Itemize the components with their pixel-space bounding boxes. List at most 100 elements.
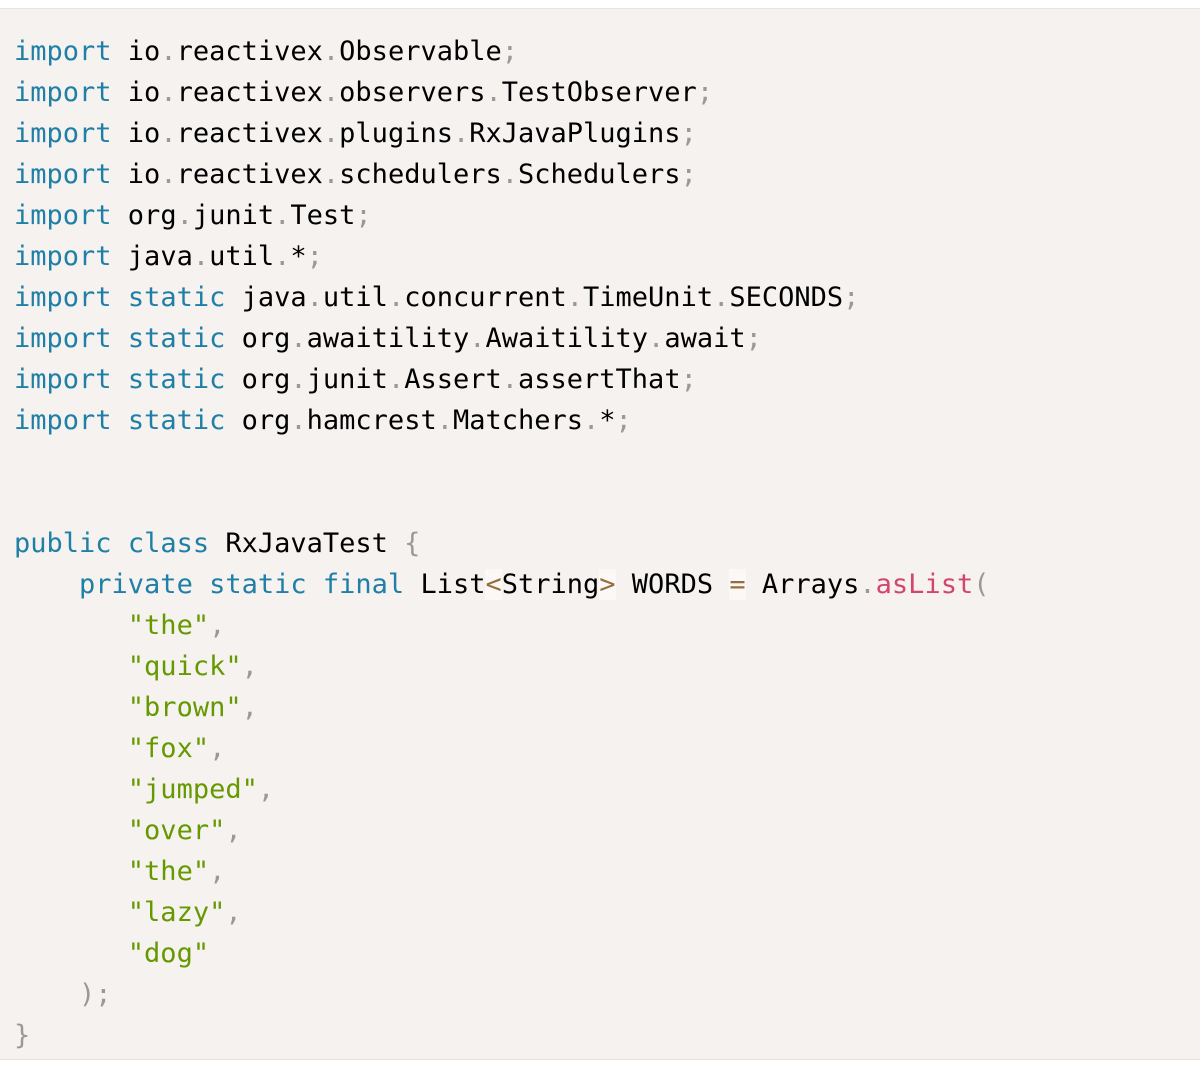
punctuation-token: ; (696, 77, 714, 108)
code-line: "the", (14, 605, 989, 646)
keyword-token: static (127, 282, 226, 313)
string-token: "jumped" (127, 774, 258, 805)
text-token: reactivex (176, 77, 323, 108)
text-token: TestObserver (501, 77, 697, 108)
punctuation-token: . (485, 77, 502, 108)
punctuation-token: . (322, 118, 340, 149)
punctuation-token: ; (680, 118, 697, 149)
code-line: "over", (14, 810, 989, 851)
punctuation-token: ); (79, 979, 112, 1010)
text-token: junit (192, 200, 275, 231)
code-line: "lazy", (14, 892, 989, 933)
text-token: org (225, 364, 291, 395)
punctuation-token: ; (615, 405, 632, 436)
text-token: org (225, 323, 291, 354)
punctuation-token: ; (745, 323, 762, 354)
string-token: "fox" (127, 733, 210, 764)
punctuation-token: . (160, 36, 177, 67)
keyword-token: import (14, 77, 112, 108)
code-line: "dog" (14, 933, 989, 974)
punctuation-token: . (436, 405, 453, 436)
code-line: ); (14, 974, 989, 1015)
text-token: util (322, 282, 388, 313)
keyword-token: static (127, 364, 226, 395)
text-token: reactivex (176, 36, 323, 67)
code-line: "jumped", (14, 769, 989, 810)
keyword-token: static (127, 405, 226, 436)
text-token: assertThat (518, 364, 681, 395)
string-token: "quick" (127, 651, 242, 682)
punctuation-token: . (322, 36, 340, 67)
punctuation-token: . (859, 569, 876, 600)
punctuation-token: , (241, 692, 258, 723)
punctuation-token: . (501, 159, 518, 190)
punctuation-token: . (501, 364, 519, 395)
punctuation-token: . (176, 200, 193, 231)
text-token: org (225, 405, 291, 436)
punctuation-token: . (160, 118, 177, 149)
code-line: "the", (14, 851, 989, 892)
punctuation-token: } (14, 1020, 31, 1051)
code-line: import static org.hamcrest.Matchers.*; (14, 400, 989, 441)
text-token: reactivex (176, 159, 323, 190)
keyword-token: import (14, 200, 112, 231)
text-token: Observable (339, 36, 502, 67)
punctuation-token: . (274, 200, 291, 231)
keyword-token: import (14, 364, 112, 395)
punctuation-token: . (469, 323, 486, 354)
keyword-token: import (14, 118, 112, 149)
code-content[interactable]: import io.reactivex.Observable; import io… (14, 31, 989, 1056)
text-token: java (111, 241, 193, 272)
punctuation-token: . (290, 405, 307, 436)
text-token: Awaitility (485, 323, 649, 354)
keyword-token: final (322, 569, 405, 600)
text-token: awaitility (306, 323, 470, 354)
keyword-token: import (14, 159, 112, 190)
text-token: reactivex (176, 118, 323, 149)
text-token: RxJavaPlugins (469, 118, 681, 149)
punctuation-token: . (452, 118, 470, 149)
text-token: TimeUnit (583, 282, 714, 313)
punctuation-token: ; (843, 282, 860, 313)
code-line: import static org.junit.Assert.assertTha… (14, 359, 989, 400)
text-token: Matchers (452, 405, 584, 436)
text-token: java (225, 282, 307, 313)
text-token: * (599, 405, 616, 436)
text-token: io (111, 36, 161, 67)
code-line: "quick", (14, 646, 989, 687)
punctuation-token: . (648, 323, 665, 354)
punctuation-token: . (290, 323, 307, 354)
punctuation-token: , (209, 733, 226, 764)
keyword-token: class (127, 528, 210, 559)
punctuation-token: ; (680, 159, 697, 190)
string-token: "over" (127, 815, 226, 846)
code-line: import static org.awaitility.Awaitility.… (14, 318, 989, 359)
text-token: WORDS (615, 569, 730, 600)
string-token: "the" (127, 610, 210, 641)
punctuation-token: , (225, 897, 242, 928)
punctuation-token: . (290, 364, 307, 395)
text-token: SECONDS (729, 282, 844, 313)
keyword-token: import (14, 241, 112, 272)
text-token: observers (339, 77, 486, 108)
code-line: "fox", (14, 728, 989, 769)
operator-token: = (729, 569, 746, 600)
punctuation-token: ; (306, 241, 323, 272)
string-token: "dog" (127, 938, 210, 969)
keyword-token: import (14, 282, 112, 313)
punctuation-token: ( (973, 569, 990, 600)
code-line: import org.junit.Test; (14, 195, 989, 236)
code-line: "brown", (14, 687, 989, 728)
code-line: import java.util.*; (14, 236, 989, 277)
text-token: Schedulers (518, 159, 681, 190)
